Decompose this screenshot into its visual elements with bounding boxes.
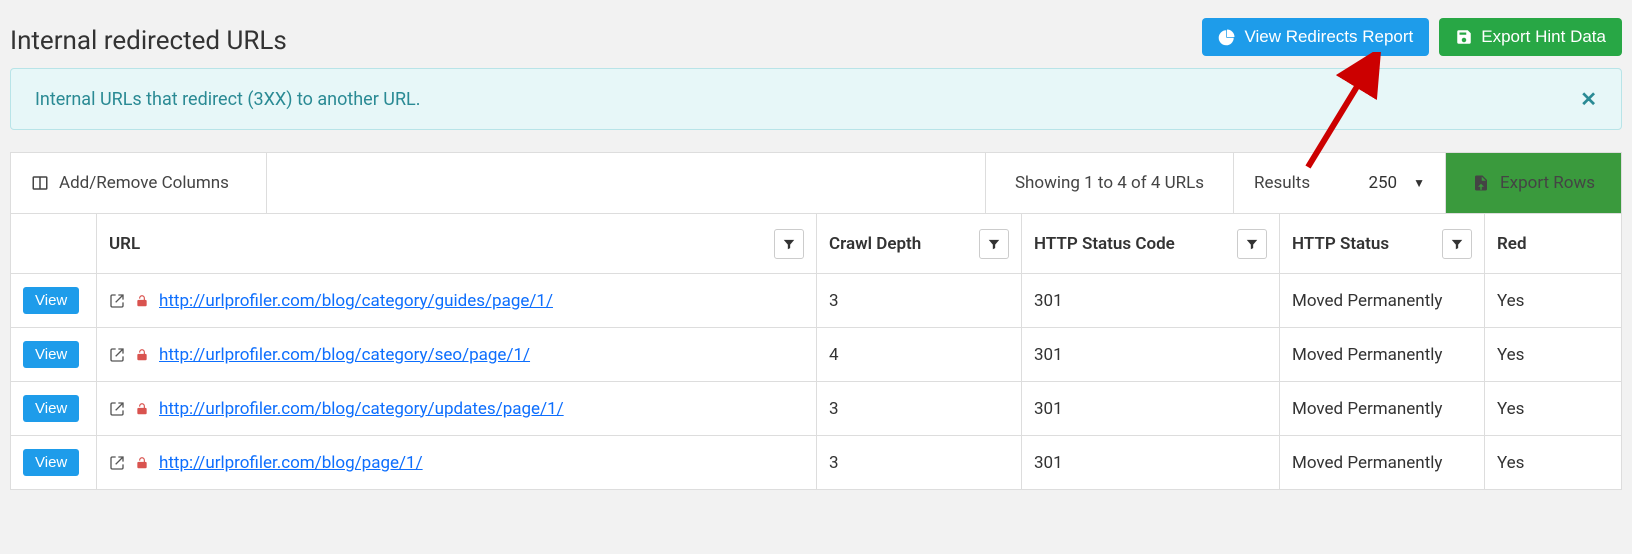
- view-report-label: View Redirects Report: [1244, 27, 1413, 47]
- crawl-depth-cell: 3: [817, 274, 1022, 328]
- add-remove-columns-button[interactable]: Add/Remove Columns: [11, 153, 267, 213]
- table-row: View http://urlprofiler.com/blog/category…: [11, 328, 1622, 382]
- view-button[interactable]: View: [23, 287, 79, 314]
- table-row: View http://urlprofiler.com/blog/page/1/3…: [11, 436, 1622, 490]
- pagination-summary: Showing 1 to 4 of 4 URLs: [986, 153, 1234, 213]
- column-header-http-status-code[interactable]: HTTP Status Code: [1022, 214, 1280, 274]
- column-header-url[interactable]: URL: [97, 214, 817, 274]
- info-banner-text: Internal URLs that redirect (3XX) to ano…: [35, 89, 421, 110]
- chevron-down-icon: ▼: [1413, 176, 1425, 190]
- save-icon: [1455, 28, 1473, 46]
- crawl-depth-cell: 3: [817, 436, 1022, 490]
- page-title: Internal redirected URLs: [10, 26, 287, 56]
- results-per-page: Results 250 ▼: [1234, 153, 1446, 213]
- http-status-cell: Moved Permanently: [1280, 436, 1485, 490]
- column-label: HTTP Status: [1292, 234, 1389, 254]
- table-row: View http://urlprofiler.com/blog/category…: [11, 274, 1622, 328]
- toolbar-spacer: [267, 153, 986, 213]
- results-table: URL Crawl Depth: [10, 213, 1622, 490]
- column-label: Crawl Depth: [829, 234, 921, 254]
- external-link-icon[interactable]: [109, 455, 125, 471]
- view-button[interactable]: View: [23, 341, 79, 368]
- results-label: Results: [1254, 173, 1310, 193]
- export-rows-button[interactable]: Export Rows: [1446, 153, 1621, 213]
- columns-icon: [31, 174, 49, 192]
- crawl-depth-cell: 3: [817, 382, 1022, 436]
- url-link[interactable]: http://urlprofiler.com/blog/category/upd…: [159, 399, 564, 419]
- add-remove-columns-label: Add/Remove Columns: [59, 173, 229, 193]
- table-toolbar: Add/Remove Columns Showing 1 to 4 of 4 U…: [10, 152, 1622, 213]
- export-rows-label: Export Rows: [1500, 173, 1595, 193]
- redirected-cell: Yes: [1485, 274, 1622, 328]
- external-link-icon[interactable]: [109, 401, 125, 417]
- http-status-code-cell: 301: [1022, 274, 1280, 328]
- redirected-cell: Yes: [1485, 328, 1622, 382]
- info-banner: Internal URLs that redirect (3XX) to ano…: [10, 68, 1622, 130]
- column-label: Red: [1497, 234, 1527, 254]
- unlock-icon: [135, 347, 149, 363]
- view-redirects-report-button[interactable]: View Redirects Report: [1202, 18, 1429, 56]
- view-button[interactable]: View: [23, 395, 79, 422]
- http-status-cell: Moved Permanently: [1280, 382, 1485, 436]
- filter-icon[interactable]: [774, 229, 804, 259]
- http-status-cell: Moved Permanently: [1280, 274, 1485, 328]
- column-header-http-status[interactable]: HTTP Status: [1280, 214, 1485, 274]
- pagination-summary-text: Showing 1 to 4 of 4 URLs: [1015, 173, 1204, 193]
- http-status-code-cell: 301: [1022, 328, 1280, 382]
- column-label: HTTP Status Code: [1034, 234, 1175, 254]
- unlock-icon: [135, 401, 149, 417]
- column-header-redirected[interactable]: Red: [1485, 214, 1622, 274]
- http-status-code-cell: 301: [1022, 382, 1280, 436]
- results-value: 250: [1368, 173, 1397, 193]
- column-header-crawl-depth[interactable]: Crawl Depth: [817, 214, 1022, 274]
- results-select[interactable]: 250 ▼: [1368, 173, 1425, 193]
- external-link-icon[interactable]: [109, 347, 125, 363]
- crawl-depth-cell: 4: [817, 328, 1022, 382]
- http-status-cell: Moved Permanently: [1280, 328, 1485, 382]
- url-link[interactable]: http://urlprofiler.com/blog/category/seo…: [159, 345, 530, 365]
- close-icon[interactable]: ✕: [1580, 87, 1597, 111]
- http-status-code-cell: 301: [1022, 436, 1280, 490]
- url-link[interactable]: http://urlprofiler.com/blog/category/gui…: [159, 291, 553, 311]
- column-label: URL: [109, 234, 140, 254]
- redirected-cell: Yes: [1485, 382, 1622, 436]
- export-hint-data-button[interactable]: Export Hint Data: [1439, 18, 1622, 56]
- table-row: View http://urlprofiler.com/blog/category…: [11, 382, 1622, 436]
- pie-chart-icon: [1218, 28, 1236, 46]
- redirected-cell: Yes: [1485, 436, 1622, 490]
- filter-icon[interactable]: [979, 229, 1009, 259]
- unlock-icon: [135, 293, 149, 309]
- unlock-icon: [135, 455, 149, 471]
- filter-icon[interactable]: [1237, 229, 1267, 259]
- header: Internal redirected URLs View Redirects …: [10, 10, 1622, 68]
- view-button[interactable]: View: [23, 449, 79, 476]
- export-icon: [1472, 174, 1490, 192]
- export-hint-label: Export Hint Data: [1481, 27, 1606, 47]
- column-header-view: [11, 214, 97, 274]
- filter-icon[interactable]: [1442, 229, 1472, 259]
- url-link[interactable]: http://urlprofiler.com/blog/page/1/: [159, 453, 423, 473]
- external-link-icon[interactable]: [109, 293, 125, 309]
